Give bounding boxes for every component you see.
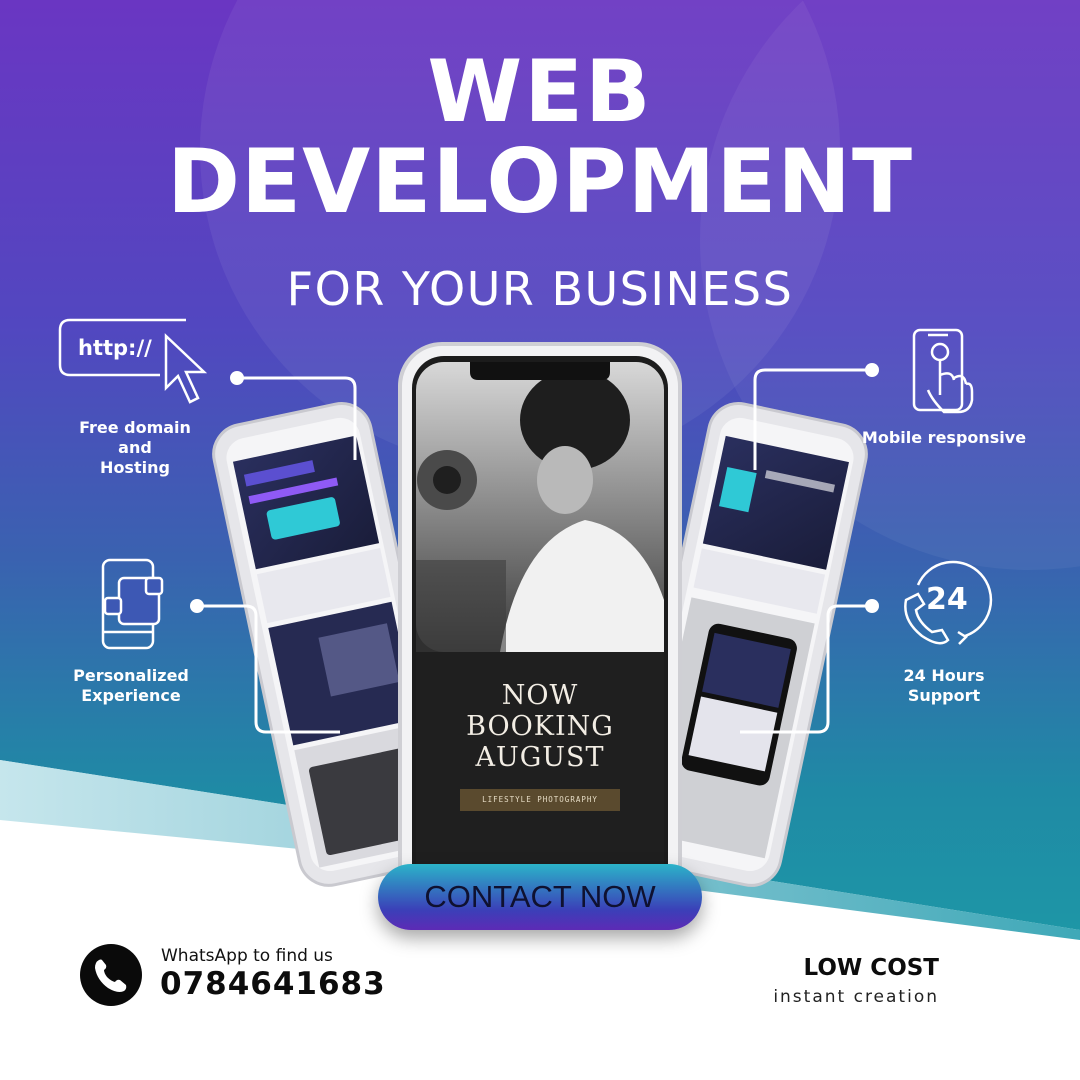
whatsapp-number[interactable]: 0784641683 (160, 966, 386, 1002)
feature-personalized-line2: Experience (81, 686, 181, 705)
feature-personalized: Personalized Experience (60, 666, 202, 706)
tagline: FOR YOUR BUSINESS (286, 262, 794, 316)
feature-personalized-line1: Personalized (73, 666, 189, 685)
phone-screen-heading: NOW BOOKING AUGUST (416, 680, 664, 773)
feature-domain-line3: Hosting (100, 458, 170, 477)
http-label: http:// (78, 336, 152, 360)
support-24-label: 24 (926, 582, 968, 617)
phone-screen-line1: NOW (501, 680, 579, 711)
feature-domain: Free domain and Hosting (68, 418, 202, 478)
feature-support-line2: Support (907, 686, 981, 705)
feature-domain-line2: and (118, 438, 152, 457)
center-phone-mockup (398, 342, 682, 926)
feature-support-line1: 24 Hours (903, 666, 985, 685)
feature-domain-line1: Free domain (79, 418, 191, 437)
offer-subtitle: instant creation (773, 987, 939, 1007)
whatsapp-label: WhatsApp to find us (161, 946, 333, 966)
whatsapp-phone-icon[interactable] (80, 944, 142, 1006)
phone-screen-line2: BOOKING (466, 711, 614, 742)
feature-support: 24 Hours Support (884, 666, 1004, 706)
phone-screen-line3: AUGUST (475, 742, 605, 773)
feature-mobile-line1: Mobile responsive (861, 428, 1027, 447)
phone-screen-tag: LIFESTYLE PHOTOGRAPHY (460, 789, 620, 811)
feature-mobile: Mobile responsive (854, 428, 1034, 448)
contact-now-button[interactable]: CONTACT NOW (378, 864, 702, 930)
headline-line1: WEB (427, 42, 653, 142)
headline-line2: DEVELOPMENT (167, 130, 913, 233)
offer-title: LOW COST (803, 955, 939, 981)
